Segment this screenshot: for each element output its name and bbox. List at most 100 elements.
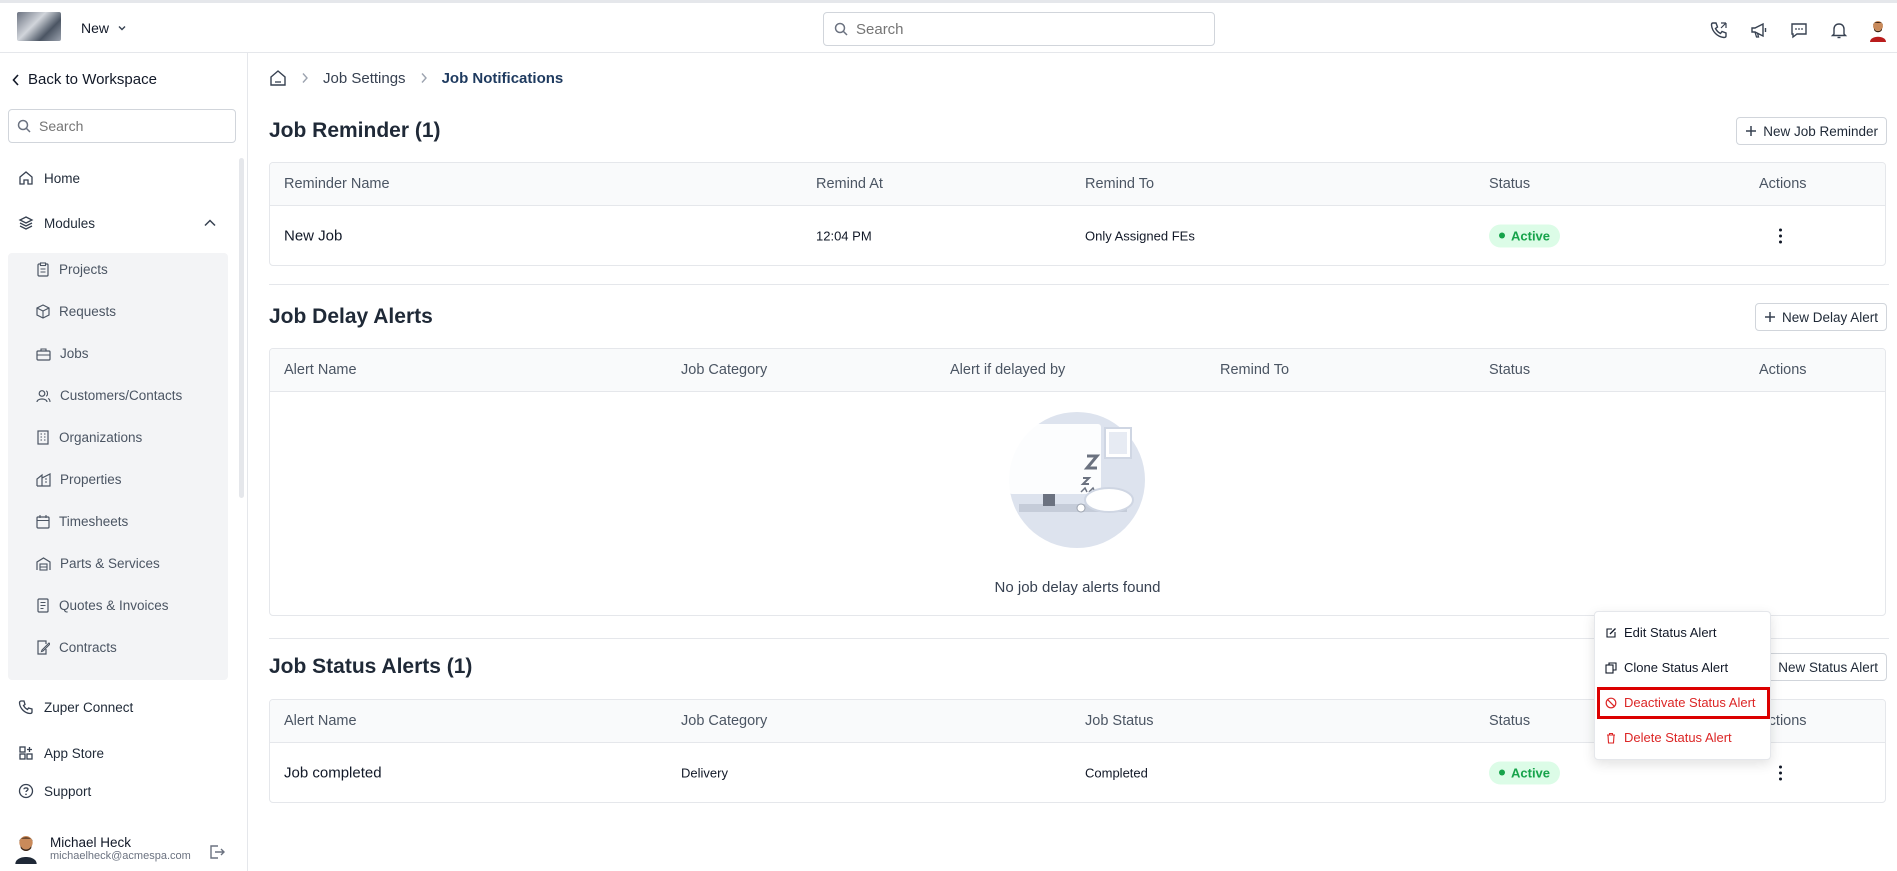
briefcase-icon bbox=[36, 347, 51, 361]
alert-name: Job completed bbox=[284, 764, 382, 781]
sidebar-item-properties[interactable]: Properties bbox=[36, 472, 122, 487]
sidebar: Back to Workspace Home Modules Projects … bbox=[0, 53, 248, 871]
column-header: Alert if delayed by bbox=[950, 362, 1066, 378]
button-label: New Job Reminder bbox=[1763, 123, 1878, 139]
remind-at: 12:04 PM bbox=[816, 228, 872, 243]
sidebar-item-modules[interactable]: Modules bbox=[18, 215, 216, 231]
sidebar-search[interactable] bbox=[8, 109, 236, 143]
global-search-input[interactable] bbox=[856, 20, 1176, 38]
column-header: Status bbox=[1489, 362, 1531, 378]
menu-item-label: Deactivate Status Alert bbox=[1624, 695, 1756, 710]
new-status-alert-button[interactable]: New Status Alert bbox=[1751, 653, 1887, 681]
sidebar-item-label: Modules bbox=[44, 215, 96, 231]
chevron-right-icon bbox=[421, 73, 427, 83]
logout-icon[interactable] bbox=[208, 843, 226, 861]
deactivate-status-alert-item[interactable]: Deactivate Status Alert bbox=[1605, 695, 1756, 710]
sidebar-item-projects[interactable]: Projects bbox=[36, 262, 108, 277]
sidebar-item-quotes-invoices[interactable]: Quotes & Invoices bbox=[36, 598, 169, 613]
search-icon bbox=[17, 119, 31, 133]
column-header: Alert Name bbox=[284, 713, 357, 729]
copy-icon bbox=[1605, 661, 1617, 674]
sidebar-item-label: Timesheets bbox=[59, 514, 129, 529]
back-to-workspace-link[interactable]: Back to Workspace bbox=[12, 71, 157, 88]
remind-to: Only Assigned FEs bbox=[1085, 228, 1195, 243]
sidebar-item-jobs[interactable]: Jobs bbox=[36, 346, 89, 361]
edit-status-alert-item[interactable]: Edit Status Alert bbox=[1605, 625, 1717, 640]
job-delay-alerts-title: Job Delay Alerts bbox=[269, 305, 433, 328]
chevron-down-icon bbox=[118, 26, 126, 31]
status-label: Active bbox=[1511, 228, 1551, 243]
megaphone-icon[interactable] bbox=[1747, 19, 1770, 42]
breadcrumb-job-settings[interactable]: Job Settings bbox=[323, 70, 406, 87]
top-bar: New bbox=[0, 0, 1897, 53]
ban-icon bbox=[1605, 697, 1617, 708]
invoice-icon bbox=[37, 598, 49, 613]
user-name: Michael Heck bbox=[50, 834, 132, 850]
job-status: Completed bbox=[1085, 765, 1148, 780]
sidebar-item-home[interactable]: Home bbox=[18, 170, 80, 186]
new-job-reminder-button[interactable]: New Job Reminder bbox=[1736, 117, 1887, 145]
job-reminder-title: Job Reminder (1) bbox=[269, 119, 441, 142]
global-search[interactable] bbox=[823, 12, 1215, 46]
bell-icon[interactable] bbox=[1827, 19, 1850, 42]
package-icon bbox=[36, 304, 50, 319]
chevron-left-icon bbox=[12, 73, 19, 86]
column-header: Job Status bbox=[1085, 713, 1154, 729]
sidebar-item-parts-services[interactable]: Parts & Services bbox=[36, 556, 160, 571]
plus-icon bbox=[1764, 312, 1775, 322]
button-label: New Delay Alert bbox=[1781, 309, 1878, 325]
breadcrumb-job-notifications: Job Notifications bbox=[441, 69, 564, 87]
sidebar-item-contracts[interactable]: Contracts bbox=[36, 640, 117, 655]
empty-state: No job delay alerts found bbox=[270, 392, 1885, 612]
chevron-up-icon bbox=[204, 219, 216, 227]
sidebar-item-label: Contracts bbox=[59, 640, 117, 655]
chat-icon[interactable] bbox=[1787, 19, 1810, 42]
row-actions-menu-icon[interactable] bbox=[1779, 228, 1783, 243]
column-header: Status bbox=[1489, 713, 1531, 729]
column-header: Job Category bbox=[681, 713, 768, 729]
new-delay-alert-button[interactable]: New Delay Alert bbox=[1754, 303, 1887, 331]
phone-icon[interactable] bbox=[1707, 19, 1730, 42]
sidebar-item-timesheets[interactable]: Timesheets bbox=[36, 514, 128, 529]
reminder-name: New Job bbox=[284, 227, 343, 244]
clone-status-alert-item[interactable]: Clone Status Alert bbox=[1605, 660, 1728, 675]
sidebar-item-app-store[interactable]: App Store bbox=[18, 745, 104, 761]
sidebar-item-label: Organizations bbox=[59, 430, 143, 445]
sidebar-item-label: Customers/Contacts bbox=[60, 388, 183, 403]
table-row[interactable]: New Job 12:04 PM Only Assigned FEs Activ… bbox=[270, 206, 1885, 265]
company-logo[interactable] bbox=[17, 12, 61, 41]
breadcrumb: Job Settings Job Notifications bbox=[269, 69, 563, 87]
sidebar-item-organizations[interactable]: Organizations bbox=[36, 430, 142, 445]
user-avatar-icon[interactable] bbox=[1867, 18, 1889, 42]
new-dropdown-button[interactable]: New bbox=[81, 20, 127, 36]
sidebar-item-label: Properties bbox=[60, 472, 122, 487]
search-icon bbox=[834, 22, 848, 36]
sidebar-item-label: Parts & Services bbox=[60, 556, 160, 571]
sidebar-item-label: Jobs bbox=[60, 346, 89, 361]
back-label: Back to Workspace bbox=[28, 71, 157, 88]
clipboard-icon bbox=[37, 262, 49, 277]
sidebar-item-customers-contacts[interactable]: Customers/Contacts bbox=[36, 388, 182, 403]
sidebar-scrollbar[interactable] bbox=[239, 158, 244, 498]
sidebar-search-input[interactable] bbox=[39, 118, 219, 134]
sidebar-item-requests[interactable]: Requests bbox=[36, 304, 116, 319]
home-icon bbox=[19, 171, 33, 185]
chevron-right-icon bbox=[302, 73, 308, 83]
help-circle-icon bbox=[18, 783, 34, 799]
home-icon[interactable] bbox=[269, 69, 287, 87]
column-header: Remind To bbox=[1085, 176, 1155, 192]
delete-status-alert-item[interactable]: Delete Status Alert bbox=[1605, 730, 1732, 745]
job-reminder-table: Reminder Name Remind At Remind To Status… bbox=[269, 162, 1886, 266]
section-divider bbox=[269, 284, 1889, 285]
sidebar-item-support[interactable]: Support bbox=[18, 783, 91, 799]
sidebar-item-zuper-connect[interactable]: Zuper Connect bbox=[18, 699, 133, 715]
user-profile[interactable]: Michael Heck michaelheck@acmespa.com bbox=[12, 832, 191, 864]
status-badge: Active bbox=[1489, 224, 1561, 247]
sidebar-item-label: Zuper Connect bbox=[44, 699, 134, 715]
row-actions-menu-icon[interactable] bbox=[1779, 765, 1783, 780]
calendar-icon bbox=[36, 515, 50, 529]
phone-icon bbox=[18, 700, 33, 715]
apps-icon bbox=[19, 746, 33, 760]
column-header: Reminder Name bbox=[284, 176, 390, 192]
column-header: Actions bbox=[1759, 176, 1807, 192]
